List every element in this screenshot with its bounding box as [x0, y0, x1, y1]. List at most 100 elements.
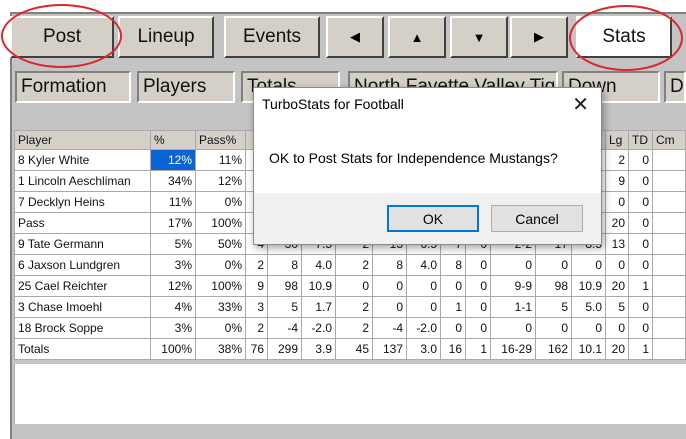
- stat-cell[interactable]: 50%: [195, 233, 246, 255]
- stat-cell[interactable]: 3.9: [301, 338, 336, 360]
- stat-cell[interactable]: 0: [465, 254, 491, 276]
- player-name-cell[interactable]: 7 Decklyn Heins: [14, 191, 151, 213]
- player-name-cell[interactable]: Totals: [14, 338, 151, 360]
- stat-cell[interactable]: 0: [628, 254, 653, 276]
- stat-cell[interactable]: 0: [465, 296, 491, 318]
- column-header[interactable]: Cm: [652, 130, 686, 150]
- stat-cell[interactable]: 16-29: [490, 338, 536, 360]
- stat-cell[interactable]: [652, 254, 686, 276]
- up-button[interactable]: ▲: [388, 16, 446, 58]
- formation-field[interactable]: Formation: [15, 71, 131, 103]
- stat-cell[interactable]: 0: [605, 254, 629, 276]
- stat-cell[interactable]: 0%: [195, 317, 246, 339]
- stat-cell[interactable]: 33%: [195, 296, 246, 318]
- stat-cell[interactable]: -4: [372, 317, 407, 339]
- stat-cell[interactable]: 5%: [150, 233, 196, 255]
- table-row[interactable]: 25 Cael Reichter 12% 100% 9 98 10.9 0 0 0 0 0 9-9 98…: [14, 275, 686, 297]
- player-name-cell[interactable]: 1 Lincoln Aeschliman: [14, 170, 151, 192]
- stat-cell[interactable]: 2: [605, 149, 629, 171]
- stat-cell[interactable]: 11%: [150, 191, 196, 213]
- stat-cell[interactable]: [652, 149, 686, 171]
- events-button[interactable]: Events: [224, 16, 320, 58]
- stat-cell[interactable]: 1: [465, 338, 491, 360]
- stat-cell[interactable]: 13: [605, 233, 629, 255]
- stat-cell[interactable]: 0: [406, 296, 441, 318]
- stat-cell[interactable]: 4%: [150, 296, 196, 318]
- stat-cell[interactable]: 9: [245, 275, 268, 297]
- player-name-cell[interactable]: 3 Chase Imoehl: [14, 296, 151, 318]
- stat-cell[interactable]: [652, 338, 686, 360]
- stat-cell[interactable]: 1: [440, 296, 466, 318]
- stat-cell[interactable]: 0: [465, 317, 491, 339]
- stat-cell[interactable]: 100%: [195, 275, 246, 297]
- stat-cell[interactable]: [652, 317, 686, 339]
- stat-cell[interactable]: 0: [628, 233, 653, 255]
- stat-cell[interactable]: 98: [535, 275, 572, 297]
- post-button[interactable]: Post: [10, 16, 114, 58]
- stat-cell[interactable]: 2: [245, 254, 268, 276]
- stat-cell[interactable]: [652, 191, 686, 213]
- stat-cell[interactable]: 2: [245, 317, 268, 339]
- stat-cell[interactable]: 2: [335, 296, 373, 318]
- stat-cell[interactable]: 12%: [150, 149, 196, 171]
- player-name-cell[interactable]: 18 Brock Soppe: [14, 317, 151, 339]
- stat-cell[interactable]: 1: [628, 275, 653, 297]
- player-name-cell[interactable]: Pass: [14, 212, 151, 234]
- stat-cell[interactable]: 162: [535, 338, 572, 360]
- stat-cell[interactable]: [652, 170, 686, 192]
- ok-button[interactable]: OK: [387, 205, 479, 232]
- stat-cell[interactable]: 76: [245, 338, 268, 360]
- table-row[interactable]: 18 Brock Soppe 3% 0% 2 -4 -2.0 2 -4 -2.0 0 0 0 0 0 0 0: [14, 317, 686, 339]
- stat-cell[interactable]: 20: [605, 212, 629, 234]
- stat-cell[interactable]: 0: [490, 317, 536, 339]
- stat-cell[interactable]: 10.1: [571, 338, 606, 360]
- stat-cell[interactable]: 9-9: [490, 275, 536, 297]
- stat-cell[interactable]: 0: [628, 212, 653, 234]
- player-name-cell[interactable]: 8 Kyler White: [14, 149, 151, 171]
- column-header[interactable]: Lg: [605, 130, 629, 150]
- stat-cell[interactable]: 0: [605, 191, 629, 213]
- stat-cell[interactable]: 38%: [195, 338, 246, 360]
- stat-cell[interactable]: 3%: [150, 317, 196, 339]
- column-header[interactable]: Player: [14, 130, 151, 150]
- player-name-cell[interactable]: 25 Cael Reichter: [14, 275, 151, 297]
- stat-cell[interactable]: 5: [535, 296, 572, 318]
- stat-cell[interactable]: 20: [605, 338, 629, 360]
- column-header[interactable]: TD: [628, 130, 653, 150]
- stat-cell[interactable]: 5: [605, 296, 629, 318]
- column-header[interactable]: %: [150, 130, 196, 150]
- close-icon[interactable]: ✕: [572, 92, 589, 117]
- player-name-cell[interactable]: 6 Jaxson Lundgren: [14, 254, 151, 276]
- stat-cell[interactable]: 12%: [195, 170, 246, 192]
- stat-cell[interactable]: 1.7: [301, 296, 336, 318]
- player-name-cell[interactable]: 9 Tate Germann: [14, 233, 151, 255]
- stat-cell[interactable]: 0: [465, 275, 491, 297]
- stat-cell[interactable]: 16: [440, 338, 466, 360]
- stat-cell[interactable]: 34%: [150, 170, 196, 192]
- stat-cell[interactable]: 100%: [150, 338, 196, 360]
- players-field[interactable]: Players: [137, 71, 235, 103]
- stat-cell[interactable]: 3.0: [406, 338, 441, 360]
- stat-cell[interactable]: 3%: [150, 254, 196, 276]
- stat-cell[interactable]: 0: [628, 296, 653, 318]
- stat-cell[interactable]: 9: [605, 170, 629, 192]
- stat-cell[interactable]: 100%: [195, 212, 246, 234]
- stat-cell[interactable]: 4.0: [301, 254, 336, 276]
- prev-button[interactable]: ◀: [326, 16, 384, 58]
- d-field[interactable]: D: [664, 71, 686, 103]
- stat-cell[interactable]: [652, 275, 686, 297]
- stat-cell[interactable]: 20: [605, 275, 629, 297]
- table-row[interactable]: 6 Jaxson Lundgren 3% 0% 2 8 4.0 2 8 4.0 8 0 0 0 0 0 0: [14, 254, 686, 276]
- stat-cell[interactable]: 98: [267, 275, 302, 297]
- stat-cell[interactable]: 2: [335, 317, 373, 339]
- stat-cell[interactable]: [652, 233, 686, 255]
- stat-cell[interactable]: 10.9: [301, 275, 336, 297]
- stat-cell[interactable]: 8: [440, 254, 466, 276]
- stat-cell[interactable]: 0: [628, 191, 653, 213]
- stat-cell[interactable]: 137: [372, 338, 407, 360]
- stat-cell[interactable]: 0: [335, 275, 373, 297]
- stat-cell[interactable]: 0: [628, 149, 653, 171]
- column-header[interactable]: Pass%: [195, 130, 246, 150]
- stat-cell[interactable]: 0: [628, 317, 653, 339]
- stats-button[interactable]: Stats: [576, 16, 672, 58]
